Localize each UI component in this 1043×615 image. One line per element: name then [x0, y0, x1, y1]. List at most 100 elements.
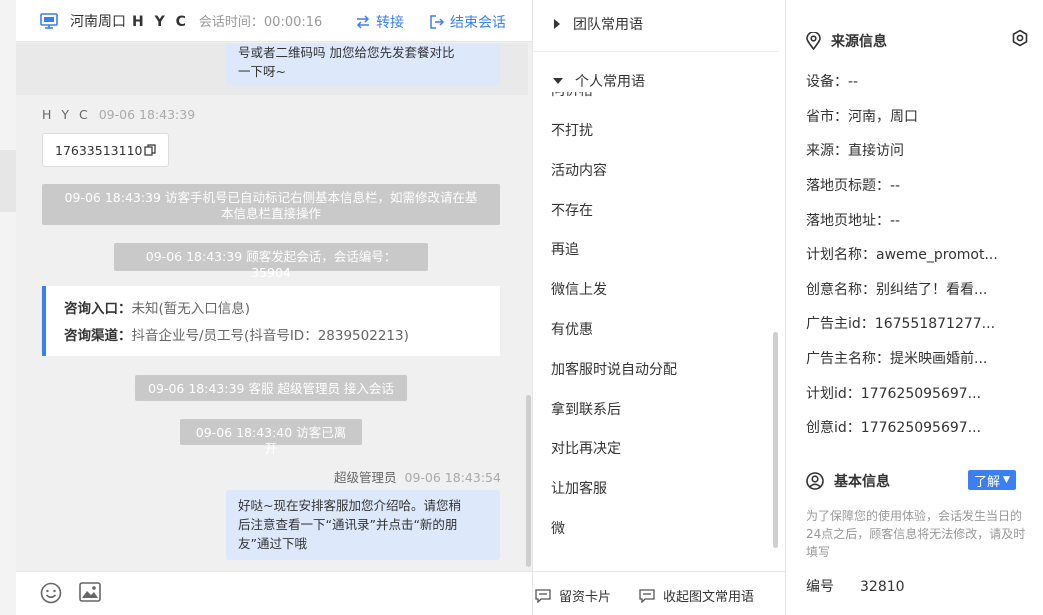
chat-scrollbar[interactable]: [526, 395, 531, 567]
field-label: 计划名称：: [806, 247, 876, 263]
end-session-label: 结束会话: [450, 15, 506, 31]
visitor-phone-number: 17633513110: [55, 142, 143, 158]
consult-entry-row: 咨询入口：未知(暂无入口信息): [64, 296, 482, 323]
phrase-group-team[interactable]: 团队常用语: [553, 14, 643, 34]
phrase-group-team-label: 团队常用语: [573, 17, 643, 33]
left-nav-tab[interactable]: [0, 150, 16, 212]
caret-down-icon: ▼: [1003, 475, 1010, 485]
agent-sender-meta: 超级管理员 09-06 18:43:54: [334, 467, 501, 486]
field-value: 177625095697...: [860, 386, 982, 402]
phrase-item[interactable]: 再追: [551, 239, 579, 259]
source-field-creative-name: 创意名称：别纠结了！看看...: [806, 279, 1036, 299]
phrase-item[interactable]: 有优惠: [551, 319, 593, 339]
location-pin-icon: [806, 32, 821, 50]
source-field-advertiser-name: 广告主名称：提米映画婚前...: [806, 348, 1036, 368]
field-label: 广告主名称：: [806, 351, 890, 367]
phrase-footer: 留资卡片 收起图文常用语: [533, 571, 786, 615]
card-icon: [535, 588, 551, 603]
field-label: 落地页地址：: [806, 213, 890, 229]
basic-info-title: 基本信息: [806, 471, 890, 491]
source-info-label: 来源信息: [831, 34, 887, 50]
phrase-item[interactable]: 拿到联系后: [551, 399, 621, 419]
learn-more-button[interactable]: 了解 ▼: [968, 470, 1016, 490]
end-session-button[interactable]: 结束会话: [429, 12, 506, 32]
phrase-item[interactable]: 微: [551, 518, 565, 538]
source-field-province: 省市：河南，周口: [806, 106, 1036, 126]
collapse-phrases-label: 收起图文常用语: [663, 590, 755, 605]
exit-icon: [430, 15, 445, 29]
source-info-title: 来源信息: [806, 31, 887, 51]
field-value: 别纠结了！看看...: [876, 282, 988, 298]
source-field-creative-id: 创意id：177625095697...: [806, 417, 1036, 437]
system-message-line: 本信息栏直接操作: [220, 206, 321, 221]
phrase-item[interactable]: 让加客服: [551, 478, 607, 498]
customer-id-row: 编号 32810: [806, 576, 905, 596]
session-time-value: 00:00:16: [263, 15, 323, 30]
source-field-advertiser-id: 广告主id：167551871277...: [806, 313, 1036, 333]
customer-id-value: 32810: [860, 579, 905, 595]
phrase-divider: [533, 51, 779, 52]
phrase-item[interactable]: 不存在: [551, 200, 593, 220]
field-value: --: [890, 178, 901, 194]
phrase-list[interactable]: 问价格 不打扰 活动内容 不存在 再追 微信上发 有优惠 加客服时说自动分配 拿…: [533, 92, 773, 552]
user-circle-icon: [806, 472, 824, 490]
visitor-phone-message[interactable]: 17633513110: [42, 133, 170, 167]
field-label: 设备：: [806, 74, 848, 90]
phrase-item[interactable]: 问价格: [551, 92, 593, 100]
phrase-item[interactable]: 加客服时说自动分配: [551, 359, 677, 379]
agent-message-time: 09-06 18:43:54: [404, 470, 501, 485]
caret-down-icon: [553, 78, 563, 84]
field-label: 广告主id：: [806, 316, 875, 332]
phrase-item[interactable]: 不打扰: [551, 120, 593, 140]
lead-card-label: 留资卡片: [559, 590, 612, 605]
source-field-device: 设备：--: [806, 71, 1036, 91]
consult-info-card: 咨询入口：未知(暂无入口信息) 咨询渠道：抖音企业号/员工号(抖音号ID：283…: [42, 286, 500, 356]
message-list[interactable]: 号或者二维码吗 加您给您先发套餐对比 一下呀~ H Y C 09-06 18:43…: [16, 43, 532, 571]
session-time: 会话时间：00:00:16: [199, 11, 322, 30]
system-message-phone-marked: 09-06 18:43:39 访客手机号已自动标记右侧基本信息栏，如需修改请在基…: [42, 184, 500, 225]
phrase-item[interactable]: 活动内容: [551, 160, 607, 180]
collapse-phrases-button[interactable]: 收起图文常用语: [639, 586, 754, 605]
agent-message-bubble: 号或者二维码吗 加您给您先发套餐对比 一下呀~: [226, 43, 500, 85]
learn-more-label: 了解: [974, 474, 1001, 490]
bubble-line: 好哒~现在安排客服加您介绍哈。请您稍: [238, 498, 461, 513]
field-value: 167551871277...: [874, 316, 996, 332]
field-value: 177625095697...: [860, 420, 982, 436]
app-root: 河南周口 H Y C 会话时间：00:00:16 转接 结束会话 号或者二维码吗 …: [0, 0, 1043, 615]
field-value: 直接访问: [848, 143, 904, 159]
phrase-item[interactable]: 对比再决定: [551, 438, 621, 458]
image-icon[interactable]: [79, 582, 101, 602]
consult-channel-value: 抖音企业号/员工号(抖音号ID：2839502213): [131, 328, 409, 344]
visitor-sender-name: H Y C: [42, 107, 91, 122]
source-field-source: 来源：直接访问: [806, 140, 1036, 160]
field-value: --: [848, 74, 859, 90]
system-message-line: 09-06 18:43:39 访客手机号已自动标记右侧基本信息栏，如需修改请在基: [64, 190, 478, 205]
bubble-line: 后注意查看一下“通讯录”并点击“新的朋: [238, 517, 458, 532]
phrase-item[interactable]: 微信上发: [551, 279, 607, 299]
chat-panel: 河南周口 H Y C 会话时间：00:00:16 转接 结束会话 号或者二维码吗 …: [16, 0, 532, 615]
field-label: 省市：: [806, 109, 848, 125]
bubble-line: 一下呀~: [238, 64, 286, 79]
monitor-icon: [40, 12, 58, 29]
session-time-label: 会话时间：: [198, 15, 264, 30]
bubble-line: 号或者二维码吗 加您给您先发套餐对比: [238, 45, 455, 60]
visitor-message-time: 09-06 18:43:39: [98, 107, 196, 122]
lead-card-button[interactable]: 留资卡片: [535, 586, 611, 605]
left-nav-strip: [0, 0, 16, 615]
consult-channel-row: 咨询渠道：抖音企业号/员工号(抖音号ID：2839502213): [64, 323, 482, 350]
source-field-landing-title: 落地页标题：--: [806, 175, 1036, 195]
transfer-button[interactable]: 转接: [355, 12, 404, 32]
field-value: --: [890, 213, 901, 229]
field-label: 创意id：: [806, 420, 861, 436]
phrase-group-personal[interactable]: 个人常用语: [553, 71, 645, 91]
visitor-title: 河南周口 H Y C: [70, 11, 189, 31]
field-label: 落地页标题：: [806, 178, 890, 194]
message-icon: [639, 588, 655, 603]
emoji-icon[interactable]: [40, 582, 62, 604]
customer-info-panel: 来源信息 设备：-- 省市：河南，周口 来源：直接访问 落地页标题：-- 落地页…: [785, 0, 1043, 615]
phrase-scrollbar[interactable]: [773, 332, 778, 548]
settings-icon[interactable]: [1011, 29, 1029, 47]
system-message-agent-joined: 09-06 18:43:39 客服 超级管理员 接入会话: [135, 375, 407, 401]
copy-icon[interactable]: [144, 144, 157, 156]
field-value: 提米映画婚前...: [890, 351, 988, 367]
